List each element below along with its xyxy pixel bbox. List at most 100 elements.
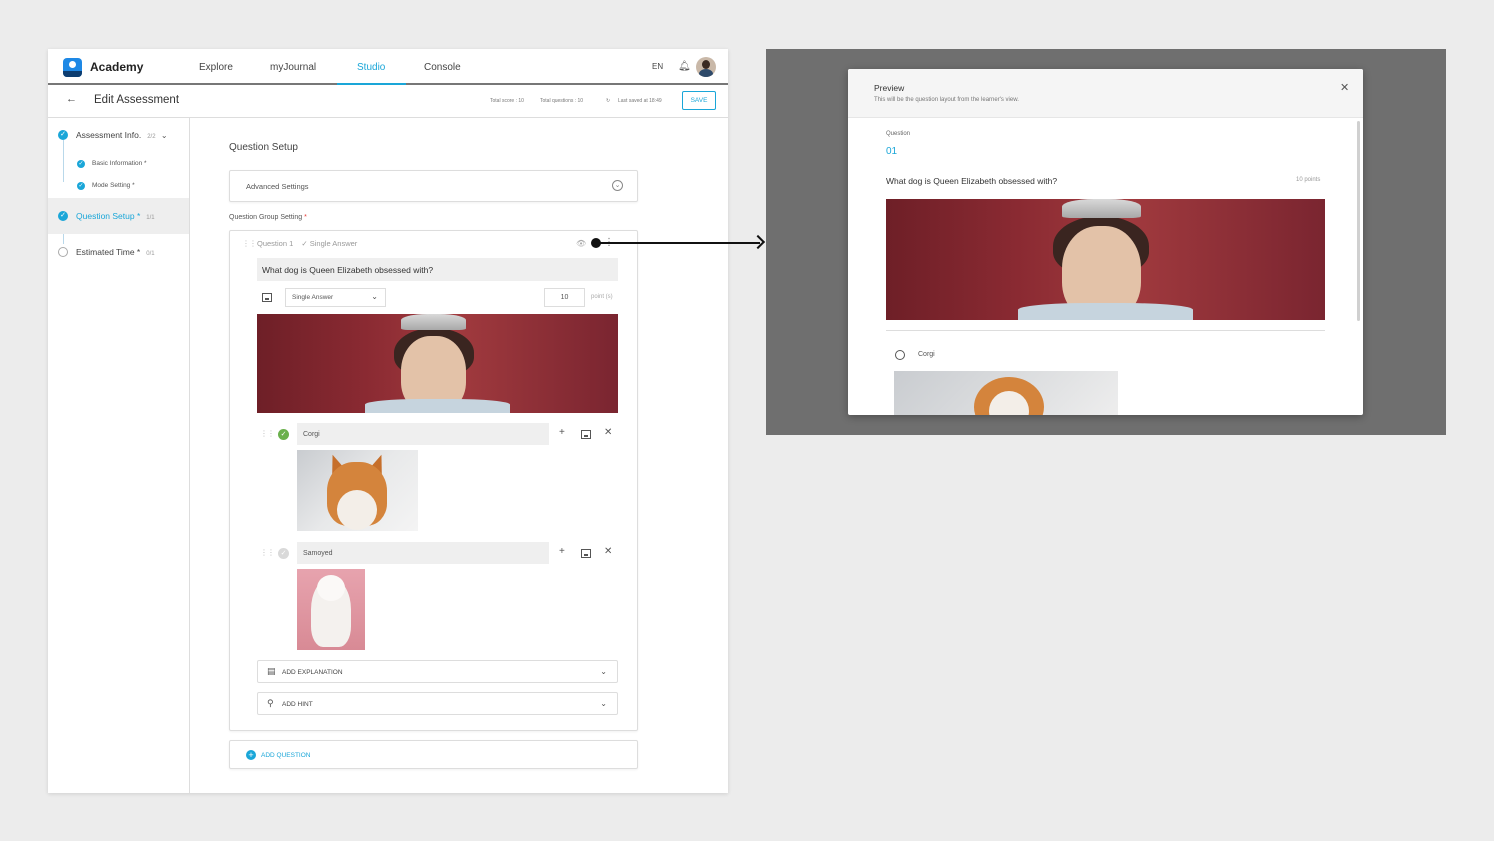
- add-icon[interactable]: +: [559, 546, 565, 557]
- add-question-button[interactable]: + ADD QUESTION: [229, 740, 638, 769]
- chevron-down-icon[interactable]: ⌄: [612, 180, 623, 191]
- question-text-input[interactable]: What dog is Queen Elizabeth obsessed wit…: [257, 258, 618, 281]
- preview-question-text: What dog is Queen Elizabeth obsessed wit…: [886, 176, 1058, 186]
- top-navigation: Academy Explore myJournal Studio Console…: [48, 49, 728, 85]
- advanced-settings-label: Advanced Settings: [246, 182, 309, 191]
- nav-console[interactable]: Console: [424, 62, 461, 73]
- add-icon[interactable]: +: [559, 427, 565, 438]
- question-header: Question 1 ✓ Single Answer: [257, 239, 357, 248]
- chevron-down-icon: ⌄: [371, 292, 378, 301]
- sidebar-item-label: Basic Information *: [92, 160, 147, 167]
- step-count: 2/2: [147, 134, 156, 140]
- sidebar-item-estimated-time[interactable]: Estimated Time * 0/1: [48, 242, 189, 262]
- points-input[interactable]: 10: [544, 288, 585, 307]
- add-hint-panel[interactable]: ⚲ ADD HINT ⌄: [257, 692, 618, 715]
- chevron-down-icon[interactable]: ⌄: [161, 131, 168, 140]
- sidebar-item-label: Question Setup *: [76, 211, 141, 221]
- preview-modal: Preview This will be the question layout…: [848, 69, 1363, 415]
- group-label-text: Question Group Setting: [229, 214, 303, 221]
- check-icon: ✓: [58, 130, 68, 140]
- back-arrow-icon[interactable]: ←: [66, 93, 77, 105]
- connector-line: [600, 242, 760, 244]
- nav-myjournal[interactable]: myJournal: [270, 62, 316, 73]
- correct-answer-icon[interactable]: ✓: [278, 548, 289, 559]
- image-icon[interactable]: [581, 549, 591, 558]
- select-value: Single Answer: [292, 294, 334, 301]
- option-radio[interactable]: [895, 350, 905, 360]
- sidebar-item-label: Mode Setting *: [92, 182, 135, 189]
- preview-overlay: Preview This will be the question layout…: [766, 49, 1446, 435]
- last-saved: Last saved at 18:49: [618, 98, 662, 104]
- preview-points: 10 points: [1296, 177, 1321, 183]
- main-content: Question Setup Advanced Settings ⌄ Quest…: [190, 118, 728, 793]
- check-icon: ✓: [77, 160, 85, 168]
- answer-type-select[interactable]: Single Answer ⌄: [285, 288, 386, 307]
- option-label[interactable]: Corgi: [918, 351, 935, 358]
- points-unit: point (s): [591, 294, 613, 300]
- sidebar-item-basic-information[interactable]: ✓ Basic Information *: [48, 154, 189, 174]
- empty-circle-icon: [58, 247, 68, 257]
- close-icon[interactable]: ✕: [604, 546, 612, 557]
- sidebar-item-label: Estimated Time *: [76, 247, 141, 257]
- sidebar-item-question-setup[interactable]: ✓ Question Setup * 1/1: [48, 198, 189, 234]
- check-icon: ✓: [58, 211, 68, 221]
- step-count: 1/1: [146, 215, 155, 221]
- steps-sidebar: ✓ Assessment Info. 2/2 ⌄ ✓ Basic Informat…: [48, 118, 190, 793]
- divider: [886, 330, 1325, 331]
- answer-image-corgi: [297, 450, 418, 531]
- language-switch[interactable]: EN: [652, 62, 663, 71]
- image-icon[interactable]: [581, 430, 591, 439]
- nav-explore[interactable]: Explore: [199, 62, 233, 73]
- sidebar-item-mode-setting[interactable]: ✓ Mode Setting *: [48, 176, 189, 196]
- answer-image-samoyed: [297, 569, 365, 650]
- sidebar-item-label: Assessment Info.: [76, 130, 142, 140]
- add-explanation-label: ADD EXPLANATION: [282, 669, 343, 676]
- answer-input[interactable]: Samoyed: [297, 542, 549, 564]
- drag-handle-icon[interactable]: ⋮⋮: [260, 429, 275, 438]
- brand-name[interactable]: Academy: [90, 60, 143, 74]
- bell-icon[interactable]: 🔔︎: [678, 61, 691, 72]
- preview-answer-image-corgi: [894, 371, 1118, 415]
- modal-header: Preview This will be the question layout…: [848, 69, 1363, 118]
- add-question-label: ADD QUESTION: [261, 752, 311, 759]
- sync-icon: ↻: [606, 98, 611, 104]
- question-type-tag: Single Answer: [309, 239, 358, 248]
- step-count: 0/1: [146, 251, 155, 257]
- total-score: Total score : 10: [490, 98, 524, 104]
- add-explanation-panel[interactable]: ▤ ADD EXPLANATION ⌄: [257, 660, 618, 683]
- eye-icon[interactable]: 👁︎: [576, 239, 586, 248]
- add-hint-label: ADD HINT: [282, 701, 313, 708]
- avatar[interactable]: [696, 57, 716, 77]
- sidebar-item-assessment-info[interactable]: ✓ Assessment Info. 2/2 ⌄: [48, 125, 189, 145]
- page-title: Edit Assessment: [94, 94, 180, 106]
- page-header: ← Edit Assessment Total score : 10 Total…: [48, 85, 728, 118]
- question-group-label: Question Group Setting *: [229, 214, 307, 221]
- preview-question-number: 01: [886, 146, 898, 157]
- question-label: Question 1: [257, 239, 294, 248]
- preview-question-label: Question: [886, 131, 911, 137]
- comment-icon: ▤: [267, 666, 276, 676]
- plus-circle-icon: +: [246, 750, 256, 760]
- arrow-right-icon: [750, 234, 766, 250]
- question-card: ⋮⋮ Question 1 ✓ Single Answer 👁︎ ⋮ What …: [229, 230, 638, 731]
- close-icon[interactable]: ✕: [604, 427, 612, 438]
- save-button[interactable]: SAVE: [682, 91, 716, 110]
- chevron-down-icon[interactable]: ⌄: [600, 699, 607, 708]
- modal-subtitle: This will be the question layout from th…: [874, 97, 1019, 103]
- scrollbar[interactable]: [1357, 121, 1360, 321]
- drag-handle-icon[interactable]: ⋮⋮: [260, 548, 275, 557]
- check-icon: ✓: [301, 239, 308, 248]
- section-title: Question Setup: [229, 142, 298, 153]
- chevron-down-icon[interactable]: ⌄: [600, 667, 607, 676]
- advanced-settings-panel[interactable]: Advanced Settings ⌄: [229, 170, 638, 202]
- academy-logo-icon[interactable]: [63, 58, 82, 77]
- answer-input[interactable]: Corgi: [297, 423, 549, 445]
- total-questions: Total questions : 10: [540, 98, 584, 104]
- close-icon[interactable]: ✕: [1340, 81, 1349, 94]
- correct-answer-icon[interactable]: ✓: [278, 429, 289, 440]
- editor-window: Academy Explore myJournal Studio Console…: [48, 49, 728, 793]
- nav-studio[interactable]: Studio: [357, 62, 385, 73]
- drag-handle-icon[interactable]: ⋮⋮: [242, 239, 257, 248]
- image-icon[interactable]: [262, 293, 272, 302]
- question-image: [257, 314, 618, 413]
